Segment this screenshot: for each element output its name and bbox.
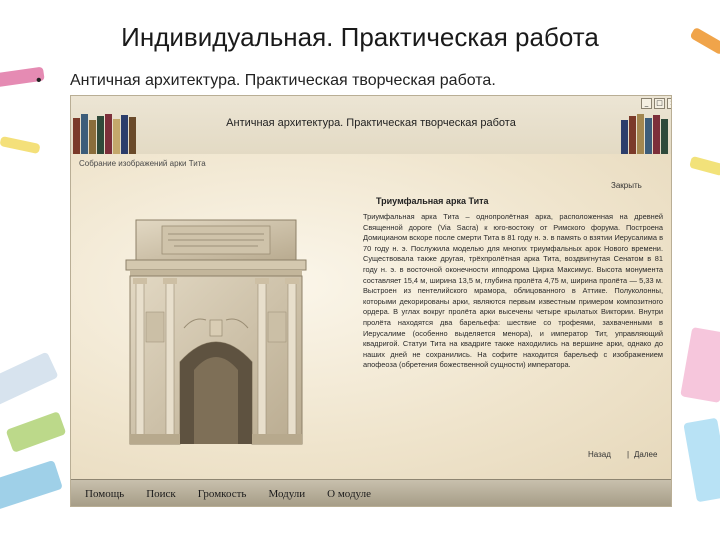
article-body: Триумфальная арка Тита – однопролётная а… [363,212,663,370]
paint-tube-decoration [0,459,63,511]
close-icon[interactable]: × [667,98,671,109]
menu-modules[interactable]: Модули [268,488,305,500]
app-header: Античная архитектура. Практическая творч… [71,96,671,155]
menu-volume[interactable]: Громкость [198,488,247,500]
bottom-menubar: Помощь Поиск Громкость Модули О модуле [71,479,671,506]
breadcrumb: Собрание изображений арки Тита [79,159,206,168]
bullet-mark: • [36,72,42,89]
menu-help[interactable]: Помощь [85,488,124,500]
app-title: Античная архитектура. Практическая творч… [226,117,516,129]
window-controls: _ □ × [641,98,671,109]
next-link[interactable]: Далее [634,450,657,459]
bullet-text: Античная архитектура. Практическая творч… [70,72,496,89]
bookshelf-left-icon [73,114,136,154]
pencil-decoration [0,135,41,155]
paint-tube-decoration [5,411,67,453]
back-link[interactable]: Назад [588,450,611,459]
article-title: Триумфальная арка Тита [376,196,489,206]
maximize-icon[interactable]: □ [654,98,665,109]
app-window: Античная архитектура. Практическая творч… [70,95,672,507]
pencil-decoration [689,155,720,177]
close-link[interactable]: Закрыть [611,181,642,190]
nav-separator: | [627,450,630,459]
minimize-icon[interactable]: _ [641,98,652,109]
arch-of-titus-image [125,219,307,445]
paint-tube-decoration [683,417,720,503]
slide-title: Индивидуальная. Практическая работа [121,22,599,52]
menu-about-module[interactable]: О модуле [327,488,371,500]
menu-search[interactable]: Поиск [146,488,176,500]
bookshelf-right-icon [621,114,668,154]
content-area: Собрание изображений арки Тита Закрыть Т… [71,154,671,479]
paint-tube-decoration [680,327,720,403]
paint-tube-decoration [0,351,59,407]
